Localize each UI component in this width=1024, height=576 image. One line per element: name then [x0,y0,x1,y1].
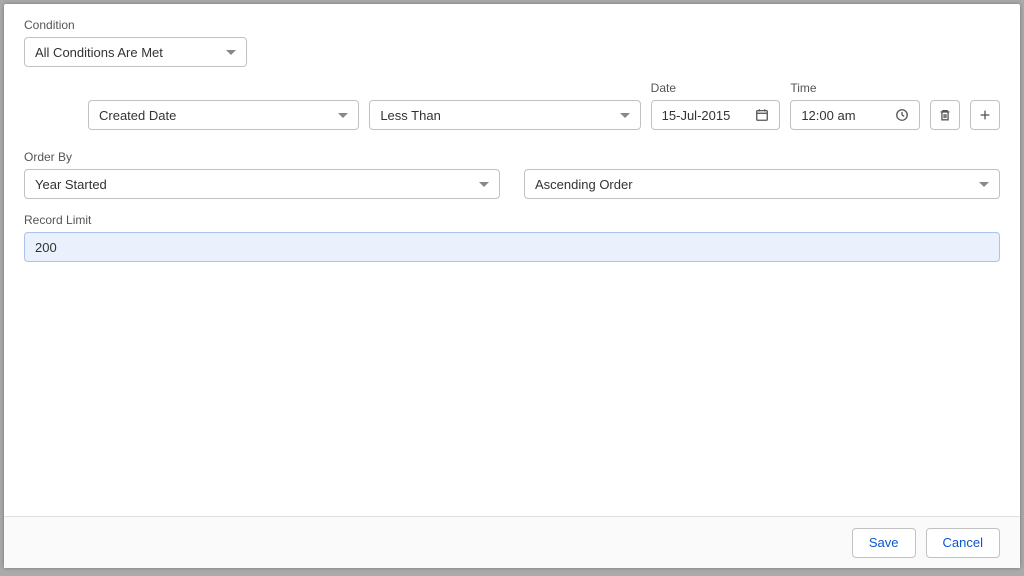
orderby-field-value: Year Started [35,177,107,192]
condition-operator-select[interactable]: Less Than [369,100,640,130]
chevron-down-icon [226,50,236,55]
date-input[interactable]: 15-Jul-2015 [651,100,781,130]
condition-operator-value: Less Than [380,108,440,123]
trash-icon [938,108,952,122]
condition-field-value: Created Date [99,108,176,123]
cancel-button[interactable]: Cancel [926,528,1000,558]
chevron-down-icon [338,113,348,118]
clock-icon [895,108,909,122]
date-value: 15-Jul-2015 [662,108,731,123]
condition-label: Condition [24,18,1000,32]
orderby-direction-value: Ascending Order [535,177,633,192]
modal-body: Condition All Conditions Are Met Created… [4,4,1020,516]
record-limit-input[interactable] [24,232,1000,262]
orderby-direction-select[interactable]: Ascending Order [524,169,1000,199]
condition-section: Condition All Conditions Are Met [24,18,1000,67]
orderby-row: Year Started Ascending Order [24,169,1000,199]
chevron-down-icon [620,113,630,118]
delete-condition-button[interactable] [930,100,960,130]
condition-field-select[interactable]: Created Date [88,100,359,130]
modal-footer: Save Cancel [4,516,1020,568]
add-condition-button[interactable] [970,100,1000,130]
time-value: 12:00 am [801,108,855,123]
time-input[interactable]: 12:00 am [790,100,920,130]
record-limit-section: Record Limit [24,213,1000,262]
plus-icon [978,108,992,122]
time-label: Time [790,81,920,95]
chevron-down-icon [979,182,989,187]
filter-modal: Condition All Conditions Are Met Created… [4,4,1020,568]
save-button[interactable]: Save [852,528,916,558]
orderby-label: Order By [24,150,1000,164]
record-limit-label: Record Limit [24,213,1000,227]
chevron-down-icon [479,182,489,187]
condition-mode-value: All Conditions Are Met [35,45,163,60]
calendar-icon [755,108,769,122]
orderby-field-select[interactable]: Year Started [24,169,500,199]
condition-row: Created Date Less Than Date 15-Jul-2015 [24,81,1000,130]
date-label: Date [651,81,781,95]
condition-mode-select[interactable]: All Conditions Are Met [24,37,247,67]
